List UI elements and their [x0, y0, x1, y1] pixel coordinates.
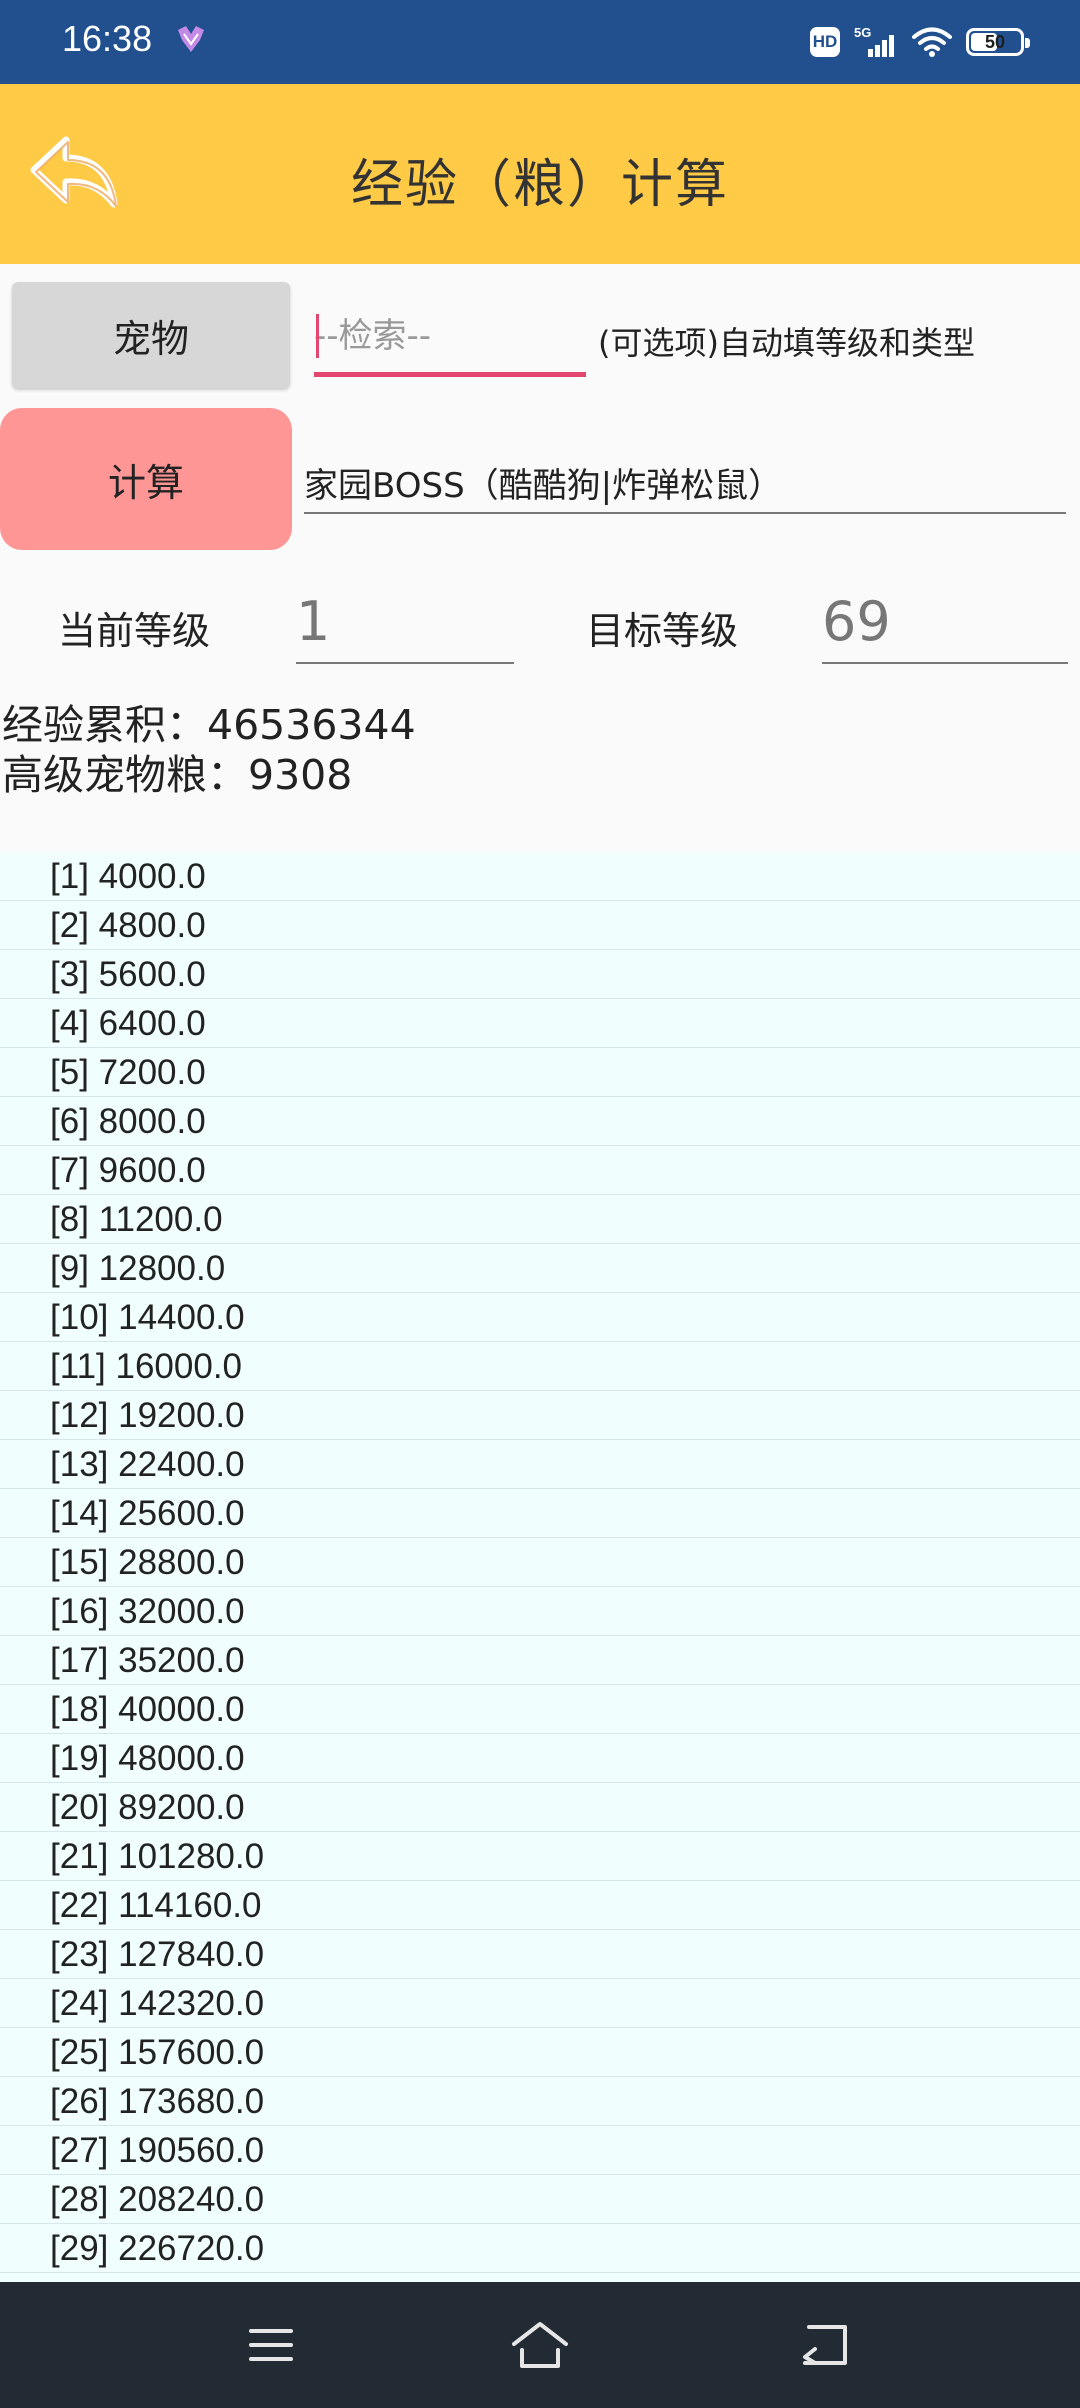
current-level-field[interactable] [296, 582, 514, 664]
list-item: [18] 40000.0 [0, 1685, 1080, 1734]
pet-button[interactable]: 宠物 [12, 282, 290, 388]
app-notification-icon [178, 26, 204, 52]
wifi-icon [912, 27, 952, 57]
search-field[interactable] [314, 300, 586, 377]
food-total: 高级宠物粮：9308 [2, 751, 353, 799]
list-item: [7] 9600.0 [0, 1146, 1080, 1195]
status-icons: HD 5G 50 [810, 20, 1030, 64]
hd-badge: HD [810, 27, 840, 57]
level-exp-list[interactable]: [1] 4000.0 [2] 4800.0 [3] 5600.0 [4] 6400.0… [0, 852, 1080, 2282]
calculate-button[interactable]: 计算 [0, 408, 292, 550]
list-item: [12] 19200.0 [0, 1391, 1080, 1440]
exp-total: 经验累积：46536344 [2, 701, 416, 749]
list-item: [19] 48000.0 [0, 1734, 1080, 1783]
pet-type-value: 家园BOSS（酷酷狗|炸弹松鼠） [304, 466, 783, 506]
list-item: [1] 4000.0 [0, 852, 1080, 901]
home-icon[interactable] [505, 2310, 575, 2380]
menu-icon[interactable] [236, 2310, 306, 2380]
target-level-label: 目标等级 [586, 609, 739, 653]
result-summary: 经验累积：46536344 高级宠物粮：9308 [2, 700, 416, 800]
list-item: [10] 14400.0 [0, 1293, 1080, 1342]
list-item: [11] 16000.0 [0, 1342, 1080, 1391]
list-item: [16] 32000.0 [0, 1587, 1080, 1636]
list-item: [4] 6400.0 [0, 999, 1080, 1048]
list-item: [24] 142320.0 [0, 1979, 1080, 2028]
list-item: [2] 4800.0 [0, 901, 1080, 950]
list-item: [29] 226720.0 [0, 2224, 1080, 2273]
list-item: [14] 25600.0 [0, 1489, 1080, 1538]
search-input[interactable] [314, 300, 586, 372]
nav-back-icon[interactable] [790, 2310, 860, 2380]
list-item: [21] 101280.0 [0, 1832, 1080, 1881]
app-header: 经验（粮）计算 [0, 84, 1080, 264]
list-item: [3] 5600.0 [0, 950, 1080, 999]
search-hint: (可选项)自动填等级和类型 [598, 324, 975, 362]
target-level-input[interactable] [822, 590, 1068, 653]
system-nav-bar [0, 2282, 1080, 2408]
target-level-field[interactable] [822, 582, 1068, 664]
battery-level: 50 [984, 31, 1006, 52]
status-bar: 16:38 HD 5G 50 [0, 0, 1080, 84]
list-item: [25] 157600.0 [0, 2028, 1080, 2077]
list-item: [22] 114160.0 [0, 1881, 1080, 1930]
status-time: 16:38 [62, 18, 153, 59]
list-item: [15] 28800.0 [0, 1538, 1080, 1587]
cellular-signal-icon: 5G [854, 25, 894, 57]
list-item: [23] 127840.0 [0, 1930, 1080, 1979]
list-item: [8] 11200.0 [0, 1195, 1080, 1244]
list-item: [17] 35200.0 [0, 1636, 1080, 1685]
current-level-input[interactable] [296, 590, 514, 653]
list-item: [5] 7200.0 [0, 1048, 1080, 1097]
battery-icon: 50 [966, 28, 1030, 56]
list-item: [9] 12800.0 [0, 1244, 1080, 1293]
list-item: [26] 173680.0 [0, 2077, 1080, 2126]
current-level-label: 当前等级 [58, 609, 211, 653]
pet-type-field[interactable]: 家园BOSS（酷酷狗|炸弹松鼠） [304, 452, 1066, 514]
network-label: 5G [854, 25, 871, 40]
page-title: 经验（粮）计算 [350, 155, 729, 215]
list-item: [28] 208240.0 [0, 2175, 1080, 2224]
list-item: [13] 22400.0 [0, 1440, 1080, 1489]
text-cursor [316, 314, 319, 358]
list-item: [6] 8000.0 [0, 1097, 1080, 1146]
list-item: [20] 89200.0 [0, 1783, 1080, 1832]
list-item: [27] 190560.0 [0, 2126, 1080, 2175]
